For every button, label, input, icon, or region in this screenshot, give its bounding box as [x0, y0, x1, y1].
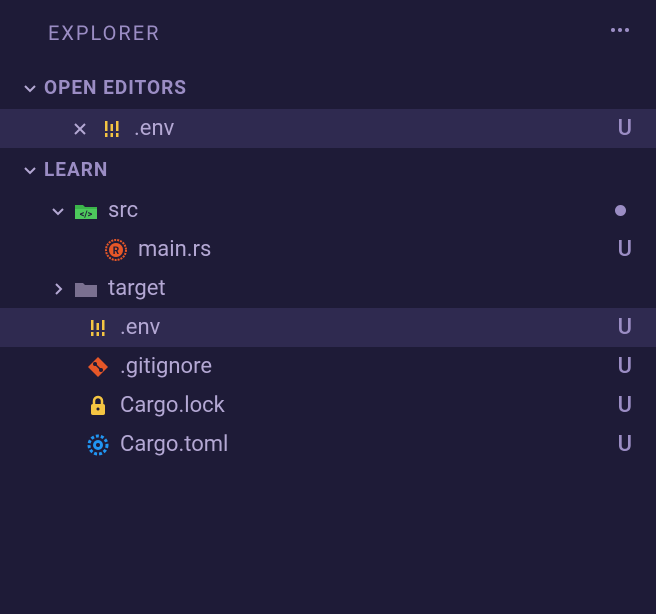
open-editors-title: OPEN EDITORS: [44, 76, 187, 99]
git-status-badge: U: [618, 354, 632, 379]
git-status-badge: U: [618, 116, 632, 141]
folder-target[interactable]: target: [0, 269, 656, 308]
svg-text:R: R: [113, 246, 120, 257]
env-file-icon: [100, 117, 124, 141]
project-title: LEARN: [44, 158, 108, 181]
folder-label: target: [108, 276, 166, 301]
project-section-header[interactable]: LEARN: [0, 148, 656, 191]
file-label: main.rs: [138, 237, 211, 262]
git-status-badge: U: [618, 237, 632, 262]
explorer-title: EXPLORER: [48, 21, 160, 45]
chevron-right-icon: [48, 279, 68, 299]
folder-src[interactable]: </> src: [0, 191, 656, 230]
open-editors-section-header[interactable]: OPEN EDITORS: [0, 66, 656, 109]
file-gitignore[interactable]: .gitignore U: [0, 347, 656, 386]
folder-src-icon: </>: [74, 199, 98, 223]
file-label: .gitignore: [120, 354, 212, 379]
chevron-down-icon: [20, 160, 40, 180]
svg-text:</>: </>: [80, 210, 93, 220]
git-status-badge: U: [618, 432, 632, 457]
chevron-down-icon: [20, 78, 40, 98]
folder-icon: [74, 277, 98, 301]
rust-file-icon: R: [104, 238, 128, 262]
modified-dot-icon: [615, 205, 626, 216]
more-actions-icon[interactable]: [608, 18, 632, 48]
file-main-rs[interactable]: R main.rs U: [0, 230, 656, 269]
env-file-icon: [86, 316, 110, 340]
chevron-down-icon: [48, 201, 68, 221]
explorer-header: EXPLORER: [0, 0, 656, 66]
folder-label: src: [108, 198, 138, 223]
file-label: Cargo.lock: [120, 393, 225, 418]
git-status-badge: U: [618, 393, 632, 418]
gear-file-icon: [86, 433, 110, 457]
file-label: .env: [120, 315, 160, 340]
file-env[interactable]: .env U: [0, 308, 656, 347]
lock-file-icon: [86, 394, 110, 418]
open-editor-item[interactable]: .env U: [0, 109, 656, 148]
file-cargo-toml[interactable]: Cargo.toml U: [0, 425, 656, 464]
close-icon[interactable]: [68, 117, 92, 141]
git-file-icon: [86, 355, 110, 379]
file-label: Cargo.toml: [120, 432, 228, 457]
file-label: .env: [134, 116, 174, 141]
file-cargo-lock[interactable]: Cargo.lock U: [0, 386, 656, 425]
git-status-badge: U: [618, 315, 632, 340]
